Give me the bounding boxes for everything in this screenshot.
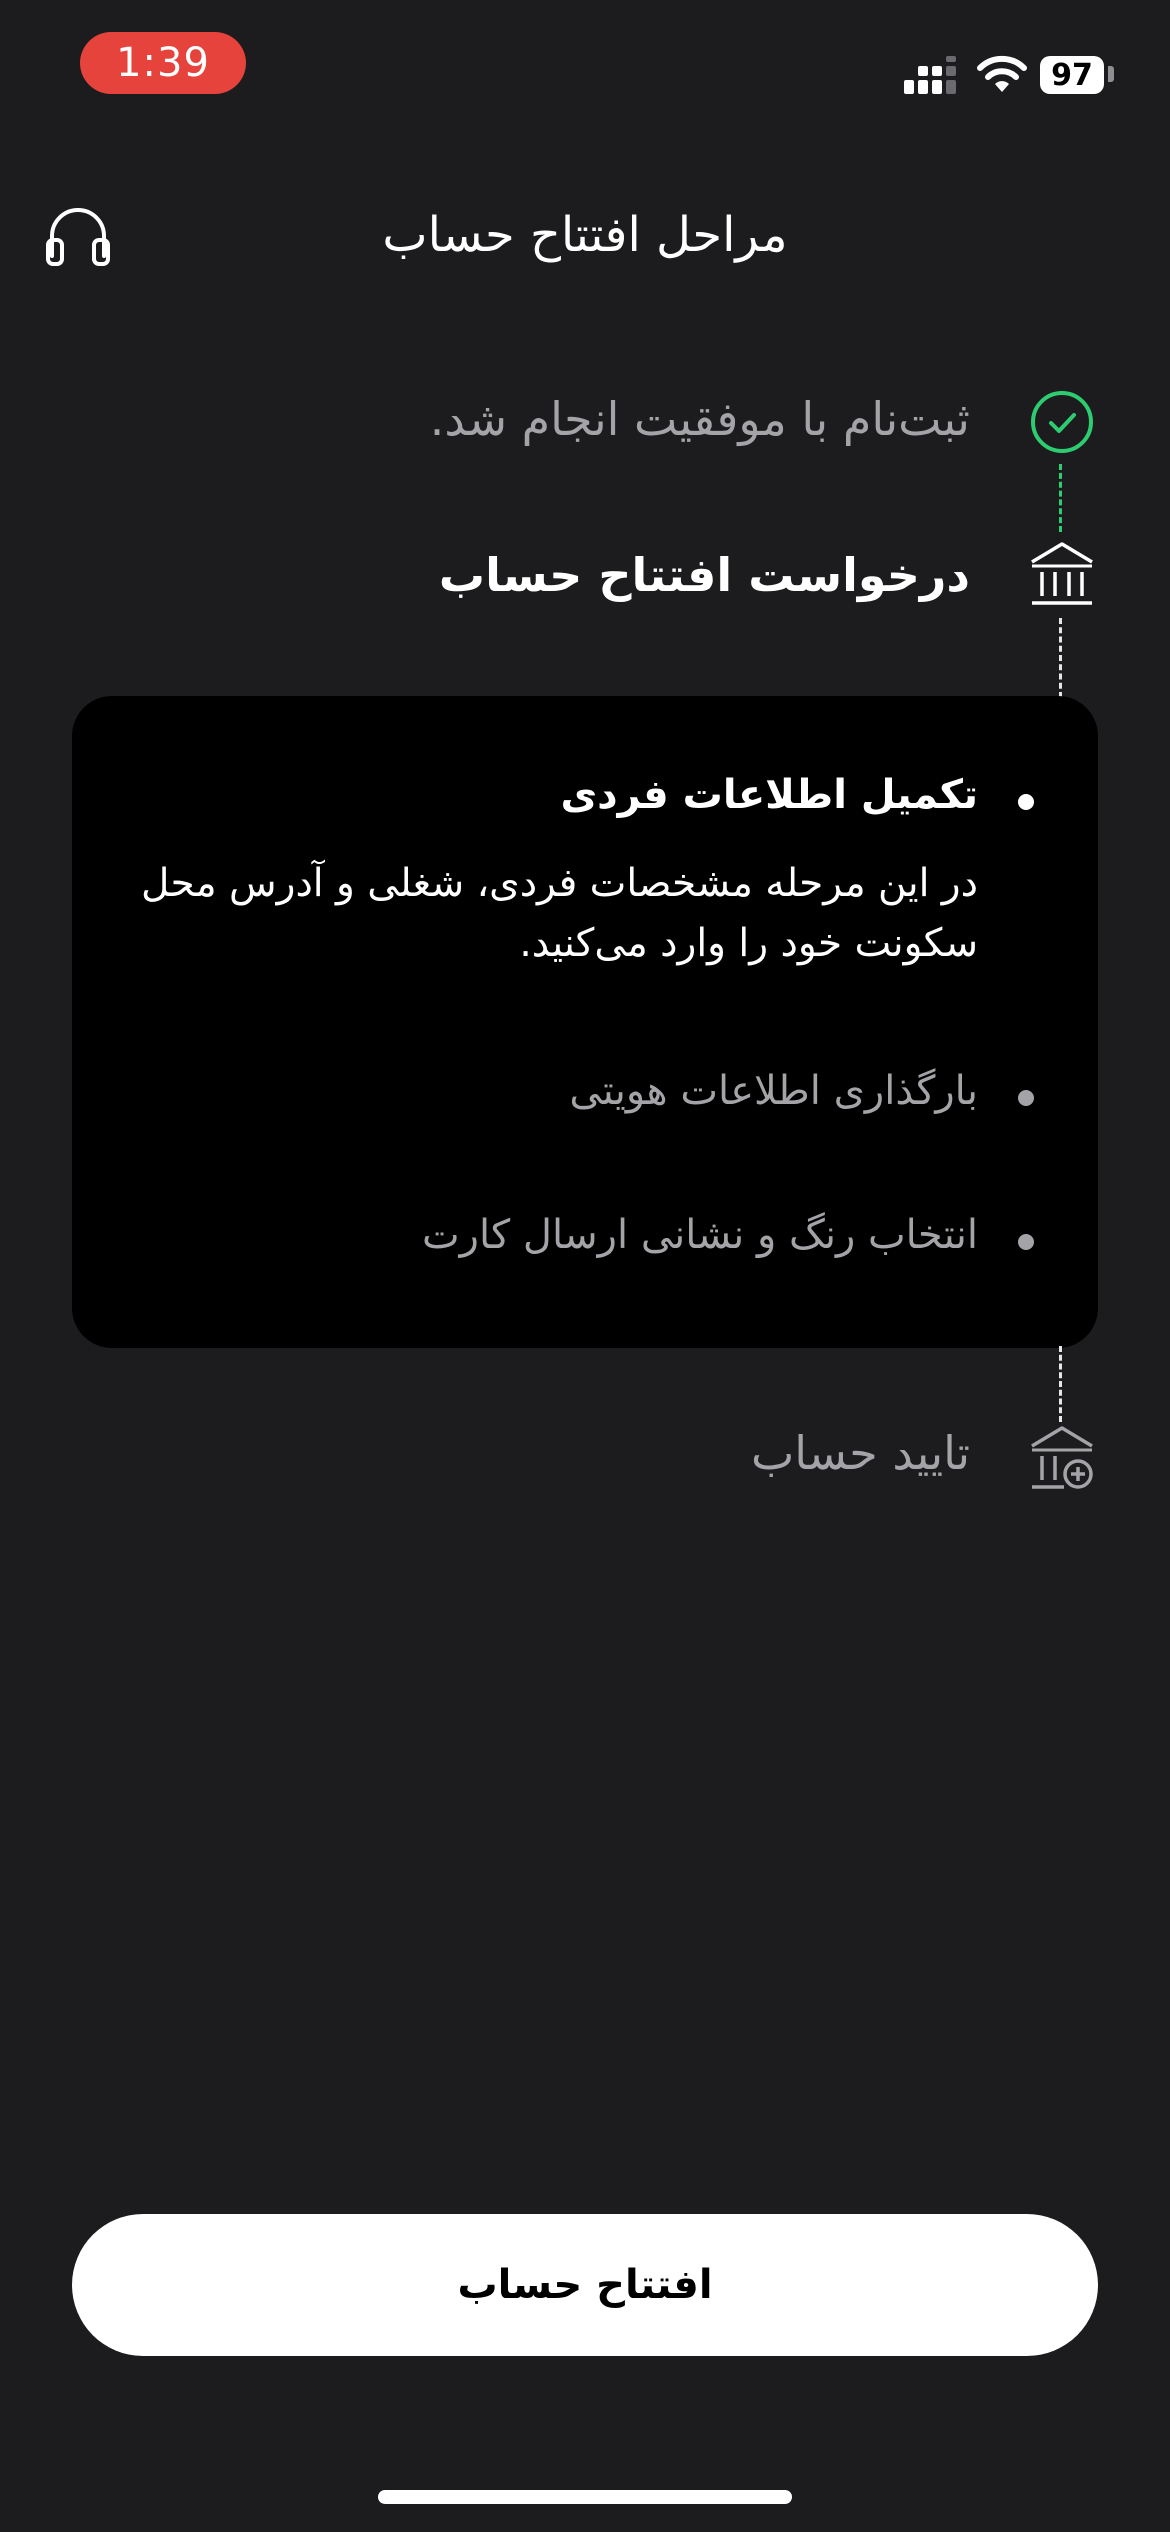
check-circle-icon: [1031, 391, 1093, 453]
open-account-button[interactable]: افتتاح حساب: [72, 2214, 1098, 2356]
substep-personal-info-description: در این مرحله مشخصات فردی، شغلی و آدرس مح…: [118, 854, 978, 974]
timeline-connector-current: [1059, 618, 1062, 698]
description-line: در این مرحله مشخصات فردی، شغلی و آدرس مح…: [141, 861, 978, 906]
cellular-signal-icon: [904, 56, 956, 94]
bullet-icon: [1018, 1234, 1034, 1250]
battery-level: 97: [1040, 56, 1104, 94]
wifi-icon: [977, 55, 1027, 92]
battery-tip: [1108, 66, 1114, 82]
headset-icon[interactable]: [44, 204, 112, 268]
description-line: سکونت خود را وارد می‌کنید.: [519, 921, 978, 966]
home-indicator: [378, 2490, 792, 2504]
status-time: 1:39: [80, 32, 246, 94]
step-account-verification: تایید حساب: [750, 1426, 970, 1480]
bank-icon: [1031, 542, 1093, 605]
bullet-icon: [1018, 1090, 1034, 1106]
timeline-connector-done: [1059, 464, 1062, 532]
substep-identity-upload-title: بارگذاری اطلاعات هویتی: [569, 1068, 978, 1114]
bank-plus-icon: [1031, 1426, 1093, 1489]
page-title: مراحل افتتاح حساب: [382, 207, 788, 263]
timeline-connector-pending: [1059, 1346, 1062, 1422]
step-signup-done: ثبت‌نام با موفقیت انجام شد.: [429, 392, 970, 446]
substep-personal-info-title: تکمیل اطلاعات فردی: [560, 772, 978, 818]
substep-card-color-address-title: انتخاب رنگ و نشانی ارسال کارت: [422, 1212, 978, 1258]
step-account-request: درخواست افتتاح حساب: [438, 548, 970, 602]
bullet-icon: [1018, 794, 1034, 810]
